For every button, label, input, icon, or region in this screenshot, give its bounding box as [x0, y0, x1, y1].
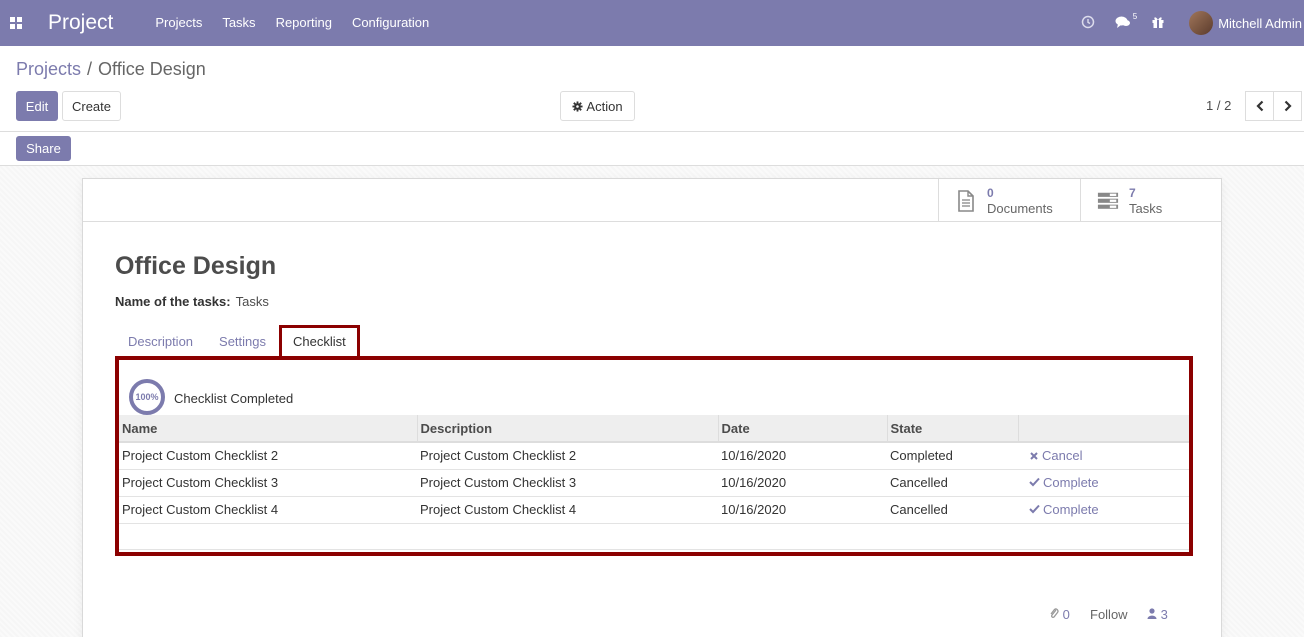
breadcrumb-projects-link[interactable]: Projects [16, 59, 81, 79]
tasks-icon [1097, 191, 1119, 211]
tab-checklist[interactable]: Checklist [279, 325, 360, 359]
complete-button-label: Complete [1043, 474, 1099, 490]
check-icon [1029, 505, 1040, 514]
app-name[interactable]: Project [48, 11, 113, 35]
table-row[interactable]: Project Custom Checklist 2 Project Custo… [119, 442, 1189, 469]
chatter-topbar: 0 Follow 3 [83, 607, 1221, 627]
menu-item-configuration[interactable]: Configuration [342, 0, 439, 46]
column-header-description[interactable]: Description [416, 415, 718, 443]
tab-settings[interactable]: Settings [206, 325, 279, 359]
smart-button-box: 0 Documents 7 Tasks [83, 179, 1221, 222]
tasks-name-field: Name of the tasks: Tasks [115, 294, 269, 309]
follow-button[interactable]: Follow [1090, 607, 1128, 622]
create-button[interactable]: Create [62, 91, 121, 121]
cell-name[interactable]: Project Custom Checklist 4 [119, 495, 417, 523]
checklist-progress-circle: 100% [129, 379, 165, 415]
check-icon [1029, 478, 1040, 487]
breadcrumb: Projects / Office Design [16, 59, 206, 80]
cell-action: Cancel [1018, 442, 1189, 469]
gear-icon [572, 100, 583, 112]
tab-description[interactable]: Description [115, 325, 206, 359]
messages-icon[interactable]: 5 [1115, 12, 1137, 32]
cell-date[interactable]: 10/16/2020 [718, 495, 887, 523]
cancel-button-label: Cancel [1042, 448, 1083, 463]
messages-count-badge: 5 [1132, 11, 1138, 21]
cell-state[interactable]: Cancelled [887, 468, 1018, 496]
checklist-pane: 100% Checklist Completed Name Descriptio… [115, 356, 1193, 556]
pager-value[interactable]: 1 / 2 [1206, 98, 1231, 113]
cell-action: Complete [1018, 495, 1189, 523]
documents-count: 0 [987, 185, 994, 200]
table-empty-row [119, 522, 1189, 550]
attachments-button[interactable]: 0 [1049, 607, 1070, 622]
form-sheet: 0 Documents 7 Tasks Office Design Name o… [82, 178, 1222, 637]
cancel-button[interactable]: Cancel [1029, 448, 1082, 463]
cell-date[interactable]: 10/16/2020 [718, 468, 887, 496]
column-header-action [1017, 415, 1189, 443]
tasks-stat-button[interactable]: 7 Tasks [1080, 179, 1222, 222]
gift-icon[interactable] [1151, 15, 1165, 32]
tasks-name-label: Name of the tasks: [115, 294, 231, 309]
cell-state[interactable]: Completed [887, 442, 1018, 469]
navbar-systray: 5 Mitchell Admin [1071, 0, 1304, 46]
followers-button[interactable]: 3 [1147, 607, 1168, 622]
menu-item-reporting[interactable]: Reporting [266, 0, 342, 46]
control-panel: Projects / Office Design Edit Create Actio… [0, 46, 1304, 132]
close-icon [1030, 451, 1038, 460]
checklist-progress-label: Checklist Completed [174, 391, 294, 406]
cell-state[interactable]: Cancelled [887, 495, 1018, 523]
cell-description[interactable]: Project Custom Checklist 4 [417, 495, 718, 523]
pager-previous-button[interactable] [1245, 91, 1274, 121]
documents-label: Documents [987, 200, 1053, 216]
cell-action: Complete [1018, 468, 1189, 496]
user-avatar[interactable] [1189, 11, 1214, 35]
user-icon [1147, 608, 1157, 619]
cell-description[interactable]: Project Custom Checklist 2 [417, 442, 718, 469]
empty-cell [119, 522, 1189, 550]
clock-icon[interactable] [1081, 15, 1095, 32]
top-navbar: Project Projects Tasks Reporting Configu… [0, 0, 1304, 46]
complete-button[interactable]: Complete [1029, 502, 1099, 517]
pager-next-button[interactable] [1273, 91, 1302, 121]
chevron-right-icon [1284, 100, 1292, 112]
menu-item-tasks[interactable]: Tasks [212, 0, 265, 46]
tasks-name-value[interactable]: Tasks [236, 294, 269, 309]
record-title[interactable]: Office Design [115, 252, 276, 281]
checklist-table: Name Description Date State Project Cust… [119, 415, 1189, 550]
complete-button-label: Complete [1043, 501, 1099, 517]
column-header-date[interactable]: Date [717, 415, 887, 443]
action-button-label: Action [586, 98, 623, 114]
table-row[interactable]: Project Custom Checklist 4 Project Custo… [119, 495, 1189, 523]
edit-button[interactable]: Edit [16, 91, 58, 121]
documents-stat-button[interactable]: 0 Documents [938, 179, 1080, 222]
document-icon [955, 189, 977, 212]
cell-description[interactable]: Project Custom Checklist 3 [417, 468, 718, 496]
action-button[interactable]: Action [560, 91, 635, 121]
breadcrumb-current: Office Design [98, 59, 206, 79]
table-header-row: Name Description Date State [119, 415, 1189, 443]
menu-item-projects[interactable]: Projects [145, 0, 212, 46]
main-menu: Projects Tasks Reporting Configuration [145, 0, 439, 46]
column-header-state[interactable]: State [886, 415, 1018, 443]
chevron-left-icon [1255, 100, 1263, 112]
complete-button[interactable]: Complete [1029, 475, 1099, 490]
breadcrumb-separator: / [87, 59, 93, 79]
apps-menu-icon[interactable] [0, 0, 32, 46]
table-row[interactable]: Project Custom Checklist 3 Project Custo… [119, 468, 1189, 496]
followers-count: 3 [1160, 607, 1168, 622]
notebook-tabs: Description Settings Checklist [115, 325, 360, 359]
cell-date[interactable]: 10/16/2020 [718, 442, 887, 469]
cell-name[interactable]: Project Custom Checklist 3 [119, 468, 417, 496]
user-name[interactable]: Mitchell Admin [1218, 16, 1302, 31]
cell-name[interactable]: Project Custom Checklist 2 [119, 442, 417, 469]
column-header-name[interactable]: Name [119, 415, 417, 443]
share-bar: Share [0, 132, 1304, 166]
share-button[interactable]: Share [16, 136, 71, 161]
tasks-label: Tasks [1129, 200, 1163, 216]
tasks-count: 7 [1129, 185, 1136, 200]
paperclip-icon [1050, 608, 1059, 618]
attachments-count: 0 [1062, 607, 1070, 622]
